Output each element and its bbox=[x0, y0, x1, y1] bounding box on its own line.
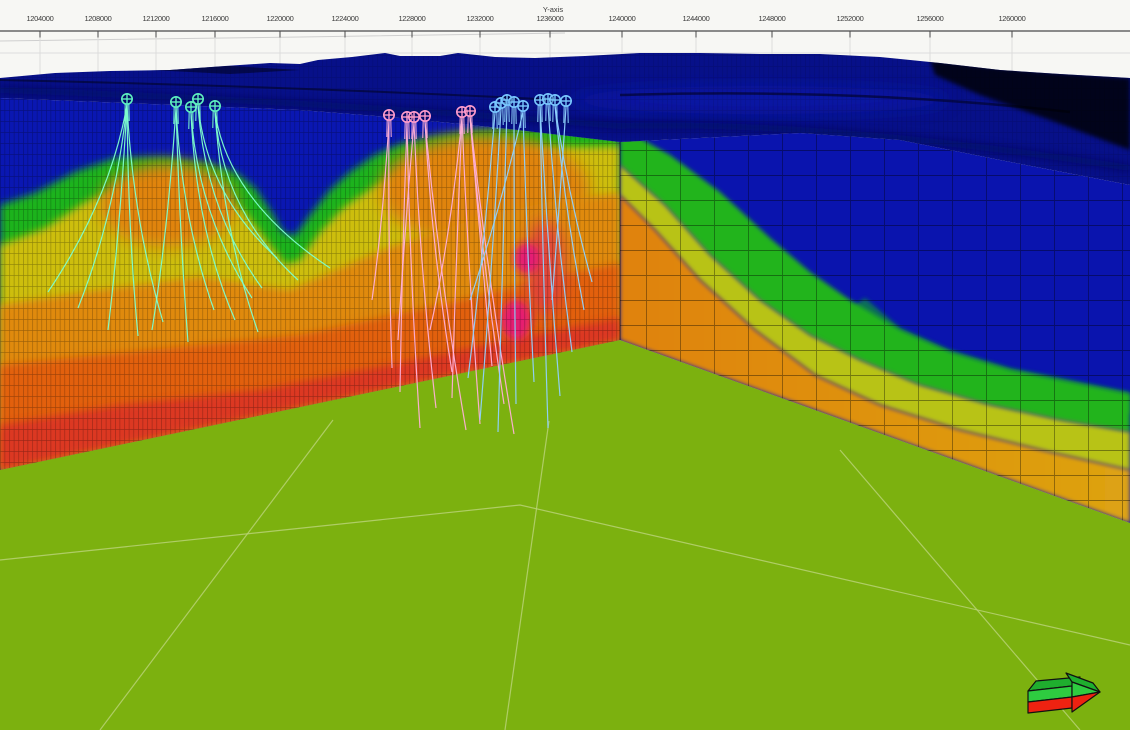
axis-tick-label: 1216000 bbox=[201, 14, 228, 23]
axis-tick-label: 1224000 bbox=[331, 14, 358, 23]
axis-tick-label: 1208000 bbox=[84, 14, 111, 23]
axis-tick-label: 1240000 bbox=[608, 14, 635, 23]
axis-tick-label: 1236000 bbox=[536, 14, 563, 23]
axis-tick-label: 1212000 bbox=[142, 14, 169, 23]
axis-tick-label: 1220000 bbox=[266, 14, 293, 23]
axis-title: Y-axis bbox=[543, 5, 563, 14]
axis-tick-label: 1256000 bbox=[916, 14, 943, 23]
axis-tick-label: 1248000 bbox=[758, 14, 785, 23]
axis-tick-label: 1252000 bbox=[836, 14, 863, 23]
axis-tick-label: 1260000 bbox=[998, 14, 1025, 23]
axis-tick-label: 1244000 bbox=[682, 14, 709, 23]
3d-viewport[interactable]: 1204000 1208000 1212000 1216000 1220000 12240… bbox=[0, 0, 1130, 730]
scene-canvas[interactable]: 1204000 1208000 1212000 1216000 1220000 12240… bbox=[0, 0, 1130, 730]
axis-tick-label: 1204000 bbox=[26, 14, 53, 23]
axis-tick-label: 1232000 bbox=[466, 14, 493, 23]
axis-tick-label: 1228000 bbox=[398, 14, 425, 23]
